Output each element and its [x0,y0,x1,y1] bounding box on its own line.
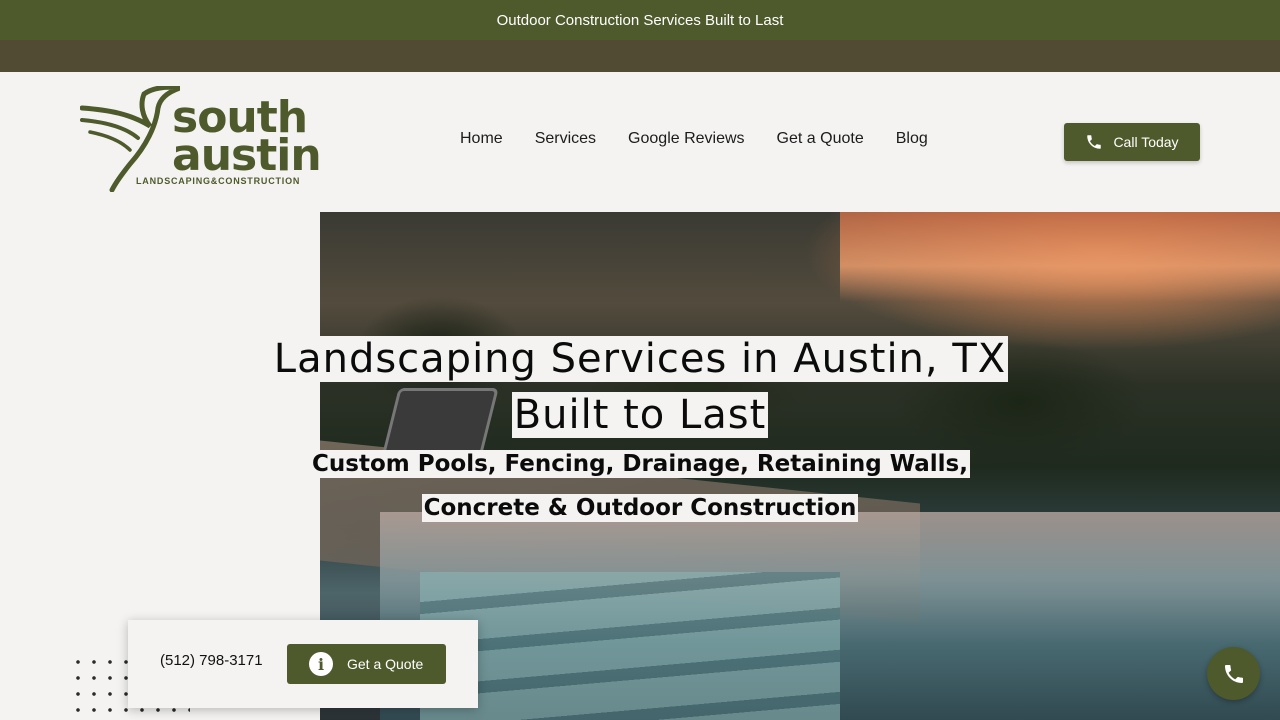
info-icon: i [309,652,333,676]
logo-tagline: LANDSCAPING&CONSTRUCTION [136,176,301,186]
hero-title-line2: Built to Last [511,392,769,438]
get-a-quote-label: Get a Quote [347,656,424,672]
nav-item-home[interactable]: Home [460,130,503,148]
get-a-quote-button[interactable]: i Get a Quote [287,644,446,684]
nav-item-get-a-quote[interactable]: Get a Quote [777,130,864,148]
phone-number-link[interactable]: (512) 798-3171 [160,652,263,669]
nav-item-blog[interactable]: Blog [896,130,928,148]
hero-subtitle-line1: Custom Pools, Fencing, Drainage, Retaini… [310,450,970,478]
floating-contact-bar: (512) 798-3171 i Get a Quote [128,620,478,708]
nav-item-services[interactable]: Services [535,130,596,148]
floating-call-button[interactable] [1207,647,1260,700]
phone-icon [1224,664,1243,683]
phone-icon [1087,135,1102,149]
announcement-text: Outdoor Construction Services Built to L… [496,11,784,29]
sub-bar [0,40,1280,72]
site-logo[interactable]: south austin LANDSCAPING&CONSTRUCTION [80,86,322,192]
hero-title-line1: Landscaping Services in Austin, TX [271,336,1009,382]
main-nav: Home Services Google Reviews Get a Quote… [460,130,928,148]
hero-heading: Landscaping Services in Austin, TX Built… [0,336,1280,522]
announcement-bar: Outdoor Construction Services Built to L… [0,0,1280,40]
logo-word-austin: austin [172,130,322,181]
hero-subtitle-line2: Concrete & Outdoor Construction [421,494,859,522]
site-header: south austin LANDSCAPING&CONSTRUCTION Ho… [0,72,1280,212]
nav-item-google-reviews[interactable]: Google Reviews [628,130,745,148]
call-today-button[interactable]: Call Today [1064,123,1200,161]
call-today-label: Call Today [1113,134,1179,150]
